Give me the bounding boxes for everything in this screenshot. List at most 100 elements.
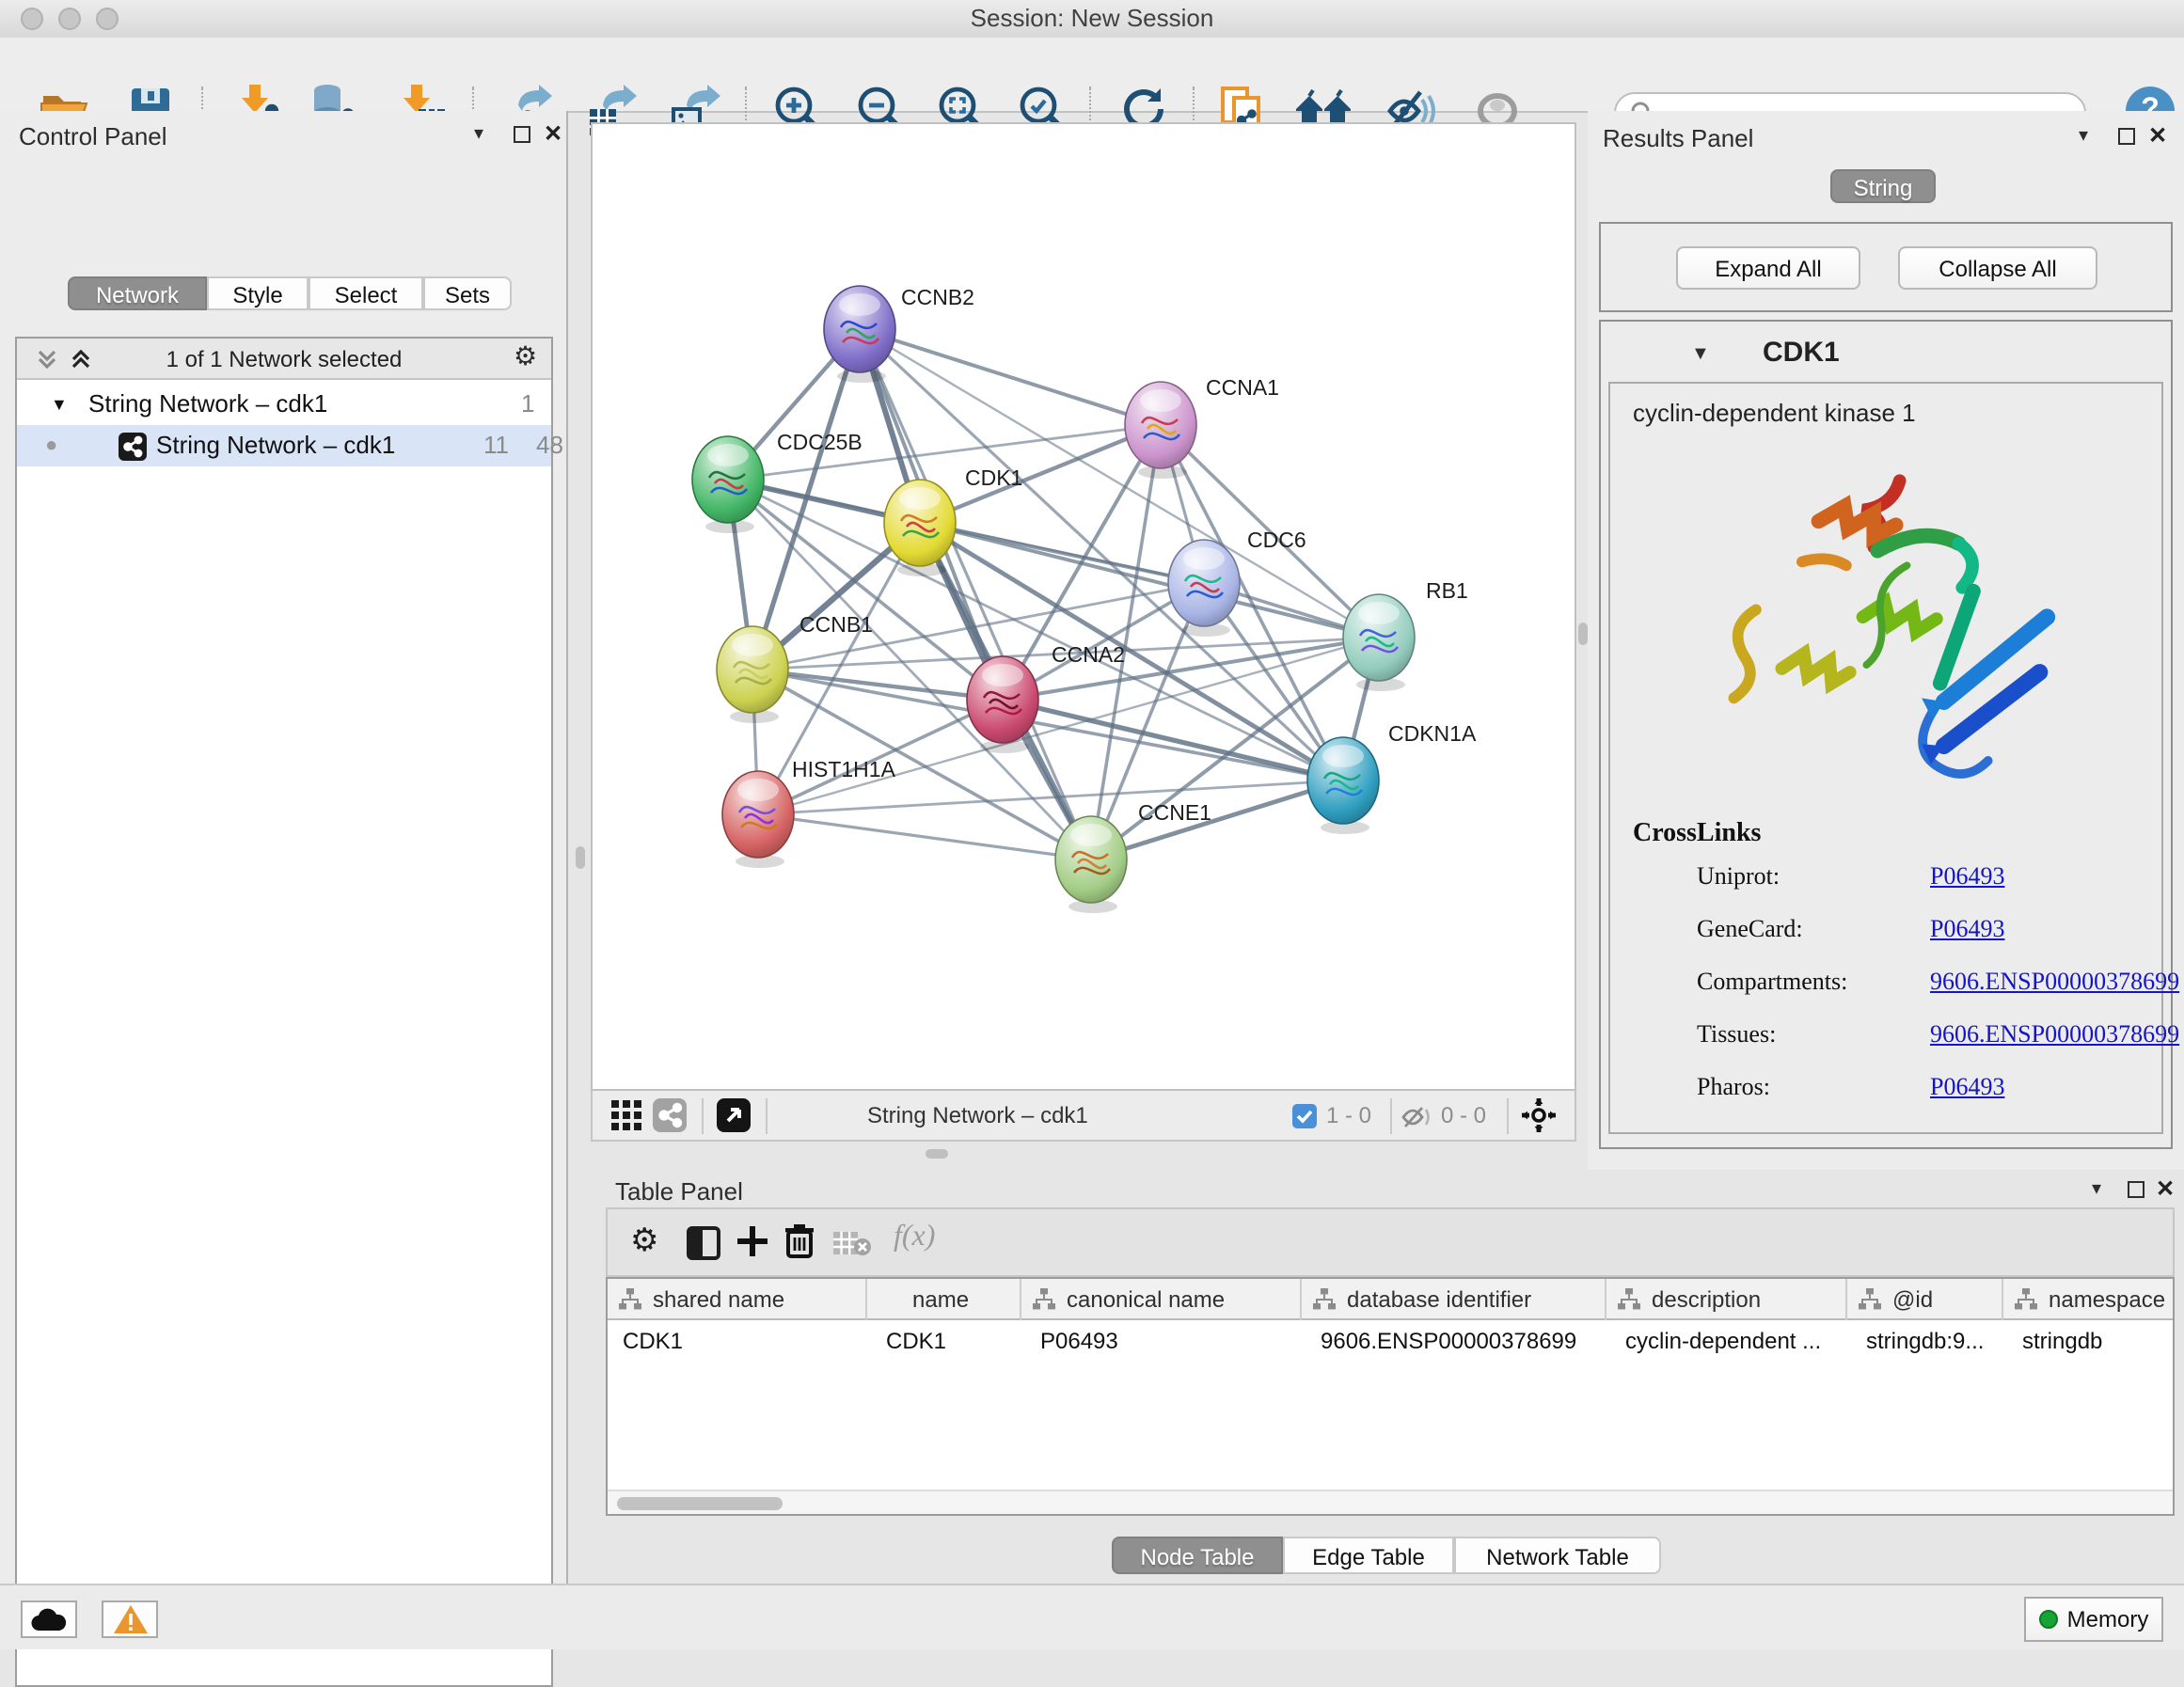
crosslink-row: Uniprot: P06493: [1633, 850, 2141, 903]
network-node-CDKN1A[interactable]: [1307, 737, 1379, 834]
table-cell[interactable]: P06493: [1040, 1320, 1298, 1362]
results-entry-box: ▼ CDK1 cyclin-dependent kinase 1: [1599, 320, 2173, 1149]
control-panel-float-icon[interactable]: [514, 126, 530, 143]
network-overview-icon[interactable]: [653, 1098, 687, 1132]
crosslink-label: Uniprot:: [1697, 861, 1780, 891]
table-cell[interactable]: cyclin-dependent ...: [1625, 1320, 1844, 1362]
network-tree-panel: 1 of 1 Network selected ⚙ ▼ String Netwo…: [15, 337, 553, 1687]
horizontal-scrollbar[interactable]: [608, 1490, 2173, 1514]
tab-select[interactable]: Select: [309, 276, 423, 310]
vertical-splitter-handle[interactable]: [1578, 623, 1588, 645]
network-edge[interactable]: [752, 670, 1003, 700]
network-edge[interactable]: [728, 480, 1204, 583]
network-graph: CCNB2CCNA1CDC25BCDK1CDC6RB1CCNB1CCNA2CDK…: [593, 124, 1575, 1089]
crosshair-icon[interactable]: [1522, 1098, 1556, 1132]
delete-column-icon[interactable]: [784, 1224, 815, 1258]
grid-view-icon[interactable]: [611, 1100, 641, 1130]
memory-button[interactable]: Memory: [2024, 1597, 2163, 1642]
table-cell[interactable]: CDK1: [886, 1320, 1018, 1362]
column-type-icon: [1618, 1288, 1640, 1311]
collection-count: 1: [521, 384, 534, 425]
control-panel-menu-icon[interactable]: ▾: [474, 124, 483, 145]
tree-row-network[interactable]: ● String Network – cdk1 11 48: [17, 425, 551, 466]
expand-all-button[interactable]: Expand All: [1676, 246, 1860, 290]
cloud-button[interactable]: [21, 1600, 77, 1638]
horizontal-splitter-handle[interactable]: [926, 1149, 948, 1159]
gene-name: CDK1: [1763, 337, 1840, 369]
crosslink-value-link[interactable]: P06493: [1930, 861, 2004, 891]
crosslink-label: Tissues:: [1697, 1019, 1776, 1049]
network-edge[interactable]: [920, 523, 1379, 638]
crosslink-value-link[interactable]: 9606.ENSP00000378699: [1930, 967, 2179, 997]
node-count: 11: [483, 425, 509, 466]
crosslink-row: Tissues:9606.ENSP00000378699: [1633, 1008, 2141, 1061]
tab-string[interactable]: String: [1830, 169, 1936, 203]
table-cell[interactable]: stringdb:9...: [1866, 1320, 2000, 1362]
results-panel-menu-icon[interactable]: ▾: [2079, 126, 2088, 147]
open-in-new-window-icon[interactable]: [717, 1098, 751, 1132]
tree-expander-icon[interactable]: ▼: [51, 384, 68, 425]
table-cell[interactable]: CDK1: [623, 1320, 860, 1362]
column-header-shared-name[interactable]: shared name: [608, 1279, 867, 1320]
crosslink-value-link[interactable]: P06493: [1930, 914, 2004, 944]
status-bar: Memory: [0, 1584, 2184, 1649]
tab-style[interactable]: Style: [207, 276, 309, 310]
column-header-canonical-name[interactable]: canonical name: [1021, 1279, 1302, 1320]
network-canvas[interactable]: CCNB2CCNA1CDC25BCDK1CDC6RB1CCNB1CCNA2CDK…: [591, 122, 1576, 1091]
crosslink-value-link[interactable]: 9606.ENSP00000378699: [1930, 1019, 2179, 1049]
network-options-gear-icon[interactable]: ⚙: [514, 342, 537, 372]
table-settings-gear-icon[interactable]: ⚙: [630, 1222, 659, 1260]
column-header--id[interactable]: @id: [1847, 1279, 2003, 1320]
network-edge[interactable]: [1003, 700, 1343, 780]
tab-network-table[interactable]: Network Table: [1454, 1537, 1661, 1574]
selected-checkbox-icon[interactable]: [1292, 1104, 1317, 1128]
table-header-row: shared namenamecanonical namedatabase id…: [608, 1279, 2173, 1320]
network-node-CCNB2[interactable]: [824, 286, 895, 383]
node-label: CCNE1: [1138, 800, 1211, 825]
node-table: shared namenamecanonical namedatabase id…: [606, 1277, 2175, 1516]
results-panel-close-icon[interactable]: ✕: [2148, 122, 2167, 149]
network-edge[interactable]: [860, 329, 1379, 638]
vertical-splitter-handle[interactable]: [576, 846, 585, 869]
network-view-toolbar: String Network – cdk1 1 - 0 0 - 0: [591, 1091, 1576, 1142]
entry-collapse-icon[interactable]: ▼: [1691, 344, 1710, 365]
network-node-CCNB1[interactable]: [717, 626, 788, 723]
crosslinks-title: CrossLinks: [1633, 820, 2141, 850]
table-cell[interactable]: stringdb: [2022, 1320, 2175, 1362]
function-builder-icon-disabled: f(x): [894, 1221, 935, 1254]
network-node-CDC6[interactable]: [1168, 540, 1240, 637]
tab-edge-table[interactable]: Edge Table: [1283, 1537, 1454, 1574]
control-panel-close-icon[interactable]: ✕: [544, 120, 562, 147]
node-label: CCNB1: [799, 612, 873, 637]
warnings-button[interactable]: [102, 1600, 158, 1638]
results-panel-float-icon[interactable]: [2118, 128, 2135, 145]
table-cell[interactable]: 9606.ENSP00000378699: [1321, 1320, 1603, 1362]
column-header-description[interactable]: description: [1606, 1279, 1847, 1320]
tab-sets[interactable]: Sets: [423, 276, 512, 310]
show-columns-icon[interactable]: [687, 1226, 720, 1260]
tab-node-table[interactable]: Node Table: [1112, 1537, 1283, 1574]
column-header-name[interactable]: name: [867, 1279, 1021, 1320]
add-column-icon[interactable]: [736, 1224, 769, 1258]
network-node-CCNA1[interactable]: [1125, 382, 1196, 479]
crosslink-value-link[interactable]: P06493: [1930, 1072, 2004, 1102]
scrollbar-thumb[interactable]: [617, 1496, 783, 1509]
network-edge[interactable]: [860, 329, 1161, 425]
tab-network[interactable]: Network: [68, 276, 207, 310]
network-node-CDC25B[interactable]: [692, 436, 764, 533]
table-panel-menu-icon[interactable]: ▾: [2092, 1179, 2101, 1200]
table-panel-float-icon[interactable]: [2128, 1181, 2144, 1198]
network-node-RB1[interactable]: [1343, 594, 1415, 691]
network-node-HIST1H1A[interactable]: [722, 771, 794, 868]
node-label: CDK1: [965, 465, 1022, 490]
control-panel-title: Control Panel: [19, 122, 167, 150]
tree-row-collection[interactable]: ▼ String Network – cdk1 1: [17, 384, 551, 425]
network-label: String Network – cdk1: [156, 425, 395, 466]
network-node-CCNE1[interactable]: [1055, 816, 1127, 913]
column-header-namespace[interactable]: namespace: [2003, 1279, 2175, 1320]
network-edge[interactable]: [758, 814, 1091, 859]
collapse-all-button[interactable]: Collapse All: [1898, 246, 2097, 290]
table-panel-close-icon[interactable]: ✕: [2156, 1175, 2175, 1202]
column-header-database-identifier[interactable]: database identifier: [1302, 1279, 1606, 1320]
protein-structure-image: [1701, 448, 2069, 801]
